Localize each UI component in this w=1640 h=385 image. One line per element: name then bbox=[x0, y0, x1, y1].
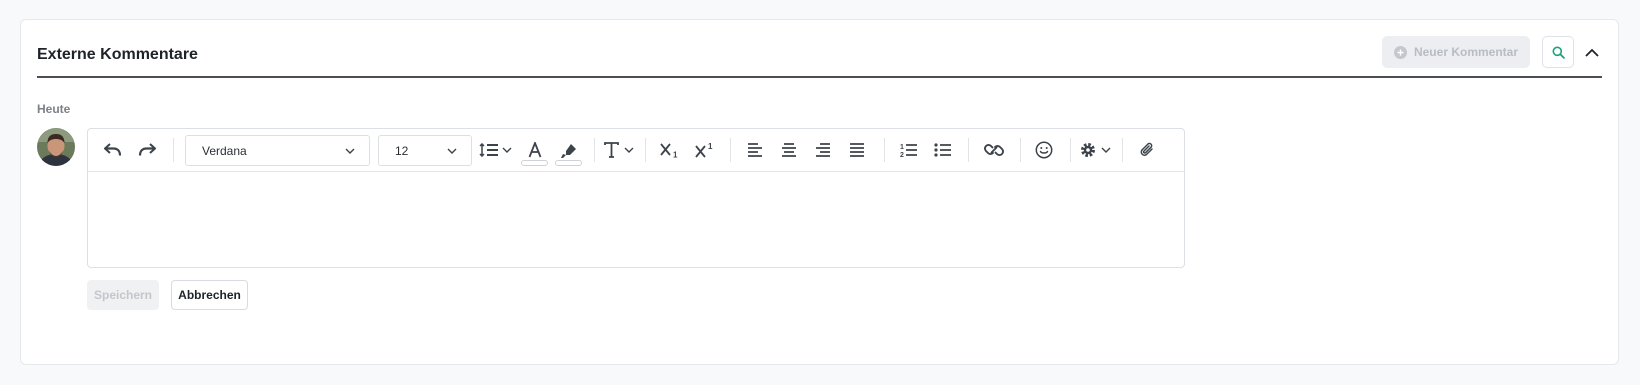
redo-button[interactable] bbox=[136, 129, 158, 171]
highlight-color-swatch[interactable] bbox=[555, 160, 582, 166]
cancel-button[interactable]: Abbrechen bbox=[171, 280, 248, 310]
font-family-value: Verdana bbox=[202, 143, 247, 158]
font-size-select[interactable]: 12 bbox=[378, 135, 472, 166]
font-color-icon bbox=[528, 142, 542, 158]
ordered-list-button[interactable]: 1 2 bbox=[898, 129, 920, 171]
align-justify-button[interactable] bbox=[846, 129, 868, 171]
panel-header: Externe Kommentare Neuer Kommentar bbox=[37, 36, 1602, 78]
collapse-button[interactable] bbox=[1582, 40, 1602, 64]
avatar bbox=[37, 128, 75, 166]
emoji-icon bbox=[1035, 141, 1053, 159]
undo-button[interactable] bbox=[102, 129, 124, 171]
link-icon bbox=[984, 144, 1004, 156]
superscript-button[interactable]: 1 bbox=[693, 129, 717, 171]
align-justify-icon bbox=[850, 143, 864, 157]
attachment-icon bbox=[1140, 142, 1153, 156]
svg-text:1: 1 bbox=[708, 142, 713, 151]
superscript-icon: 1 bbox=[695, 142, 713, 158]
chevron-up-icon bbox=[1585, 48, 1599, 57]
chevron-down-icon bbox=[447, 148, 457, 154]
external-comments-panel: Externe Kommentare Neuer Kommentar Heute bbox=[20, 19, 1619, 365]
text-format-icon bbox=[604, 142, 634, 158]
new-comment-label: Neuer Kommentar bbox=[1413, 45, 1518, 59]
attachment-button[interactable] bbox=[1136, 129, 1158, 171]
align-right-button[interactable] bbox=[812, 129, 834, 171]
chevron-down-icon bbox=[345, 148, 355, 154]
svg-text:1: 1 bbox=[673, 151, 678, 159]
undo-icon bbox=[104, 143, 122, 156]
text-format-button[interactable] bbox=[602, 129, 638, 171]
day-label: Heute bbox=[37, 102, 71, 116]
editor-content[interactable] bbox=[88, 172, 1184, 268]
line-height-icon bbox=[479, 143, 512, 157]
unordered-list-icon bbox=[934, 143, 951, 157]
search-button[interactable] bbox=[1542, 36, 1574, 68]
font-color-swatch[interactable] bbox=[521, 160, 548, 166]
align-left-icon bbox=[748, 143, 762, 157]
plus-circle-icon bbox=[1393, 45, 1407, 59]
search-icon bbox=[1552, 46, 1565, 59]
font-family-select[interactable]: Verdana bbox=[185, 135, 370, 166]
unordered-list-button[interactable] bbox=[932, 129, 954, 171]
subscript-icon: 1 bbox=[660, 143, 678, 159]
align-center-button[interactable] bbox=[778, 129, 800, 171]
align-right-icon bbox=[816, 143, 830, 157]
redo-icon bbox=[138, 143, 156, 156]
highlight-icon bbox=[561, 144, 576, 158]
subscript-button[interactable]: 1 bbox=[658, 129, 682, 171]
emoji-button[interactable] bbox=[1033, 129, 1055, 171]
font-size-value: 12 bbox=[395, 143, 409, 158]
align-left-button[interactable] bbox=[744, 129, 766, 171]
svg-text:2: 2 bbox=[900, 152, 904, 158]
line-height-button[interactable] bbox=[478, 129, 516, 171]
ordered-list-icon: 1 2 bbox=[900, 144, 917, 158]
settings-button[interactable] bbox=[1078, 129, 1116, 171]
align-center-icon bbox=[782, 143, 796, 157]
comment-editor: Verdana 12 1 1 1 2 bbox=[87, 128, 1185, 268]
svg-text:1: 1 bbox=[900, 144, 904, 151]
save-button[interactable]: Speichern bbox=[87, 280, 159, 310]
settings-icon bbox=[1081, 143, 1111, 157]
new-comment-button[interactable]: Neuer Kommentar bbox=[1381, 36, 1530, 68]
panel-title: Externe Kommentare bbox=[37, 46, 198, 63]
editor-toolbar: Verdana 12 1 1 1 2 bbox=[88, 129, 1184, 172]
link-button[interactable] bbox=[981, 129, 1007, 171]
